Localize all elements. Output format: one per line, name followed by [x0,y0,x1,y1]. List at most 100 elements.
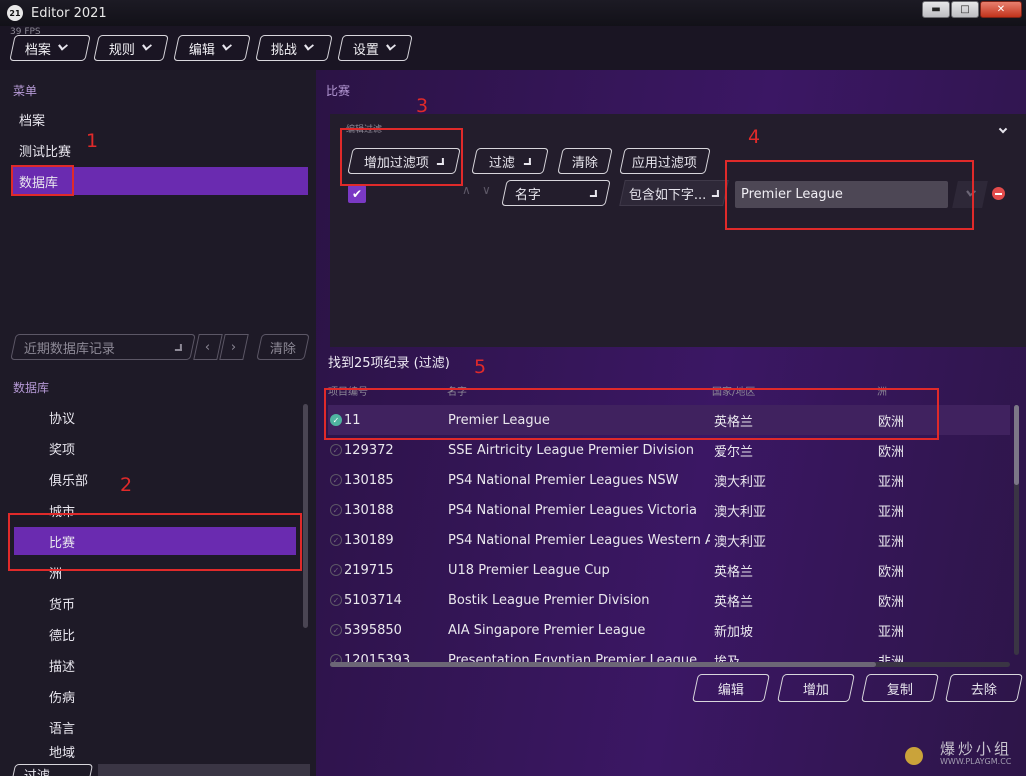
prev-button[interactable]: ‹ [193,334,223,360]
db-item-clubs[interactable]: 俱乐部 [14,465,296,493]
cell-continent: 亚洲 [878,474,905,490]
database-section-label: 数据库 [13,381,50,395]
menu-file-button[interactable]: 档案 [9,35,91,61]
clear-recent-button[interactable]: 清除 [256,334,310,360]
chevron-down-icon [386,40,397,51]
nav-item-file[interactable]: 档案 [12,105,308,133]
list-item-label: 地域 [49,746,76,760]
competitions-section-label: 比赛 [326,84,351,98]
table-vertical-scrollbar[interactable] [1014,405,1019,655]
menu-challenge-button[interactable]: 挑战 [255,35,333,61]
watermark-logo-icon [905,747,923,765]
list-item-label: 奖项 [49,442,76,458]
add-button[interactable]: 增加 [777,674,855,702]
cell-continent: 亚洲 [878,624,905,640]
cell-id: 130188 [344,502,394,518]
db-item-currencies[interactable]: 货币 [14,589,296,617]
cell-id: 5103714 [344,592,402,608]
menu-bar: 档案 规则 编辑 挑战 设置 [0,26,1026,70]
db-item-agreements[interactable]: 协议 [14,403,296,431]
scroll-thumb[interactable] [1014,405,1019,485]
cell-name: U18 Premier League Cup [448,562,610,578]
highlight-box-2 [8,513,302,571]
left-scrollbar[interactable] [303,404,308,628]
chevron-down-icon [175,343,182,351]
table-row[interactable]: ✓ 130185 PS4 National Premier Leagues NS… [328,465,1010,495]
menu-rules-button[interactable]: 规则 [93,35,169,61]
check-circle-icon: ✓ [330,594,342,606]
remove-filter-icon[interactable] [992,187,1005,200]
annotation-number-4: 4 [748,126,761,148]
recent-database-select[interactable]: 近期数据库记录 [10,334,196,360]
chevron-down-icon [998,124,1008,134]
highlight-box-5 [324,388,939,440]
table-row[interactable]: ✓ 219715 U18 Premier League Cup 英格兰 欧洲 [328,555,1010,585]
list-item-label: 协议 [49,411,76,427]
table-row[interactable]: ✓ 130188 PS4 National Premier Leagues Vi… [328,495,1010,525]
list-item-label: 货币 [49,597,76,613]
check-circle-icon: ✓ [330,534,342,546]
bottom-filter-label: 过滤 [24,768,51,776]
menu-settings-button[interactable]: 设置 [337,35,413,61]
list-item-label: 德比 [49,628,76,644]
minimize-button[interactable]: ▬ [922,1,950,18]
cell-name: PS4 National Premier Leagues Western Au.… [448,532,710,548]
table-horizontal-scrollbar[interactable] [330,662,1010,667]
cell-country: 新加坡 [714,624,754,640]
cell-country: 澳大利亚 [714,504,767,520]
check-circle-icon: ✓ [330,444,342,456]
remove-button[interactable]: 去除 [945,674,1023,702]
db-item-regions[interactable]: 地域 [14,742,296,760]
nav-item-test-match[interactable]: 测试比赛 [12,136,308,164]
move-up-icon[interactable]: ∧ [462,183,471,197]
bottom-search-input[interactable] [98,764,310,776]
cell-continent: 亚洲 [878,534,905,550]
annotation-number-1: 1 [86,130,99,152]
clear-filter-button[interactable]: 清除 [557,148,613,174]
db-item-injuries[interactable]: 伤病 [14,682,296,710]
check-circle-icon: ✓ [330,624,342,636]
maximize-button[interactable]: □ [951,1,979,18]
results-count: 找到25项纪录 (过滤) [328,356,450,371]
cell-country: 英格兰 [714,564,754,580]
table-row[interactable]: ✓ 5103714 Bostik League Premier Division… [328,585,1010,615]
filter-dropdown-button[interactable]: 过滤 [471,148,549,174]
cell-continent: 欧洲 [878,564,905,580]
check-circle-icon: ✓ [330,564,342,576]
db-item-awards[interactable]: 奖项 [14,434,296,462]
chevron-down-icon [712,189,719,197]
chevron-down-icon [58,40,69,51]
title-bar: 21 Editor 2021 ▬ □ ✕ [0,0,1026,26]
table-row[interactable]: ✓ 5395850 AIA Singapore Premier League 新… [328,615,1010,645]
filter-enabled-checkbox[interactable]: ✔ [348,185,366,203]
fps-counter: 39 FPS [10,27,41,37]
close-button[interactable]: ✕ [980,1,1022,18]
db-item-languages[interactable]: 语言 [14,713,296,741]
next-button[interactable]: › [219,334,249,360]
bottom-filter-button[interactable]: 过滤 [10,764,94,776]
cell-country: 澳大利亚 [714,534,767,550]
collapse-filter-button[interactable] [998,124,1008,139]
clear-recent-label: 清除 [269,341,296,357]
db-item-derbies[interactable]: 德比 [14,620,296,648]
cell-name: Bostik League Premier Division [448,592,650,608]
menu-edit-button[interactable]: 编辑 [173,35,251,61]
db-item-descriptions[interactable]: 描述 [14,651,296,679]
apply-filter-button[interactable]: 应用过滤项 [619,148,711,174]
field-select[interactable]: 名字 [501,180,611,206]
table-row[interactable]: ✓ 130189 PS4 National Premier Leagues We… [328,525,1010,555]
window-title: Editor 2021 [31,5,107,21]
copy-button[interactable]: 复制 [861,674,939,702]
menu-challenge-label: 挑战 [271,42,298,58]
check-circle-icon: ✓ [330,474,342,486]
apply-filter-label: 应用过滤项 [632,155,698,171]
edit-button[interactable]: 编辑 [692,674,770,702]
move-down-icon[interactable]: ∨ [482,183,491,197]
app-logo-icon: 21 [7,5,23,21]
cell-id: 130185 [344,472,394,488]
list-item-label: 语言 [49,721,76,737]
condition-select[interactable]: 包含如下字... [619,180,729,206]
menu-file-label: 档案 [25,42,52,58]
condition-select-value: 包含如下字... [629,187,707,203]
scroll-thumb[interactable] [330,662,876,667]
